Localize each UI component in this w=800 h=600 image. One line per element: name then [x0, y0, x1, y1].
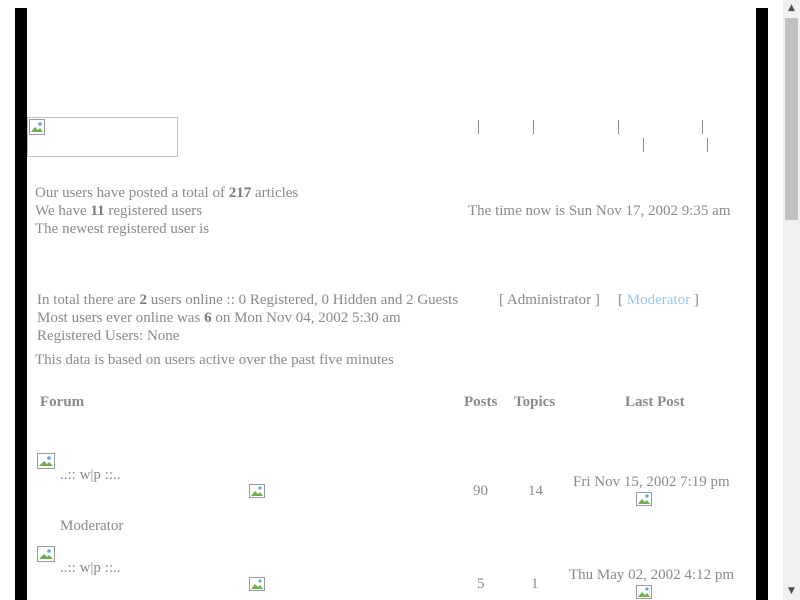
latest-post-icon[interactable] [636, 492, 652, 506]
broken-image-icon [249, 484, 265, 498]
header-last-post: Last Post [625, 394, 685, 410]
posts-total-suffix: articles [254, 185, 299, 201]
nav-separator [533, 120, 534, 134]
forum-topics-count: 1 [531, 576, 539, 592]
forum-status-icon [37, 453, 55, 469]
last-post-date: Fri Nov 15, 2002 7:19 pm [573, 474, 730, 490]
posts-total-line: Our users have posted a total of 217 art… [35, 184, 298, 202]
legend-mod-open: [ [618, 292, 623, 308]
posts-total-prefix: Our users have posted a total of [35, 185, 225, 201]
forum-posts-count: 90 [473, 483, 488, 499]
current-time: The time now is Sun Nov 17, 2002 9:35 am [468, 203, 731, 219]
online-total-line: In total there are 2 users online :: 0 R… [37, 291, 458, 309]
legend-moderator: [ Moderator ] [618, 291, 699, 309]
forum-topics-count: 14 [528, 483, 543, 499]
forum-name-link[interactable]: ..:: w|p ::.. [60, 466, 121, 484]
online-total-count: 2 [139, 292, 147, 308]
header-posts: Posts [464, 394, 498, 410]
scroll-down-arrow-icon[interactable]: ▼ [783, 583, 800, 600]
forum-status-icon [37, 546, 55, 562]
latest-post-icon[interactable] [636, 585, 652, 599]
broken-image-icon [249, 577, 265, 591]
most-online-suffix: on Mon Nov 04, 2002 5:30 am [215, 310, 401, 326]
nav-separator [707, 138, 708, 152]
most-online-prefix: Most users ever online was [37, 310, 201, 326]
forum-posts-count: 5 [477, 576, 485, 592]
nav-separator [618, 120, 619, 134]
site-logo[interactable] [27, 117, 178, 157]
broken-image-icon [29, 119, 45, 135]
header-topics: Topics [514, 394, 556, 410]
article-count: 217 [228, 185, 252, 201]
registered-prefix: We have [35, 203, 87, 219]
page-right-border [756, 8, 768, 600]
online-total-prefix: In total there are [37, 292, 136, 308]
vertical-scrollbar[interactable]: ▲ ▼ [783, 0, 800, 600]
legend-mod-close: ] [693, 292, 699, 308]
scroll-up-arrow-icon[interactable]: ▲ [783, 0, 800, 17]
newest-user-line: The newest registered user is [35, 221, 210, 237]
registered-online-users: Registered Users: None [37, 328, 180, 344]
page-left-border [15, 8, 27, 600]
registered-suffix: registered users [108, 203, 203, 219]
most-online-count: 6 [204, 310, 212, 326]
nav-separator [643, 138, 644, 152]
registered-count: 11 [90, 203, 105, 219]
legend-administrator: [ Administrator ] [499, 292, 600, 308]
nav-separator [702, 120, 703, 134]
forum-moderator-label: Moderator [60, 518, 124, 534]
last-post-date: Thu May 02, 2002 4:12 pm [569, 567, 734, 583]
scrollbar-thumb[interactable] [785, 18, 798, 220]
forum-name-link[interactable]: ..:: w|p ::.. [60, 559, 121, 577]
registered-users-line: We have 11 registered users [35, 202, 202, 220]
moderator-link[interactable]: Moderator [627, 292, 690, 308]
online-total-suffix: users online :: 0 Registered, 0 Hidden a… [150, 292, 459, 308]
online-note: This data is based on users active over … [35, 352, 394, 368]
most-online-line: Most users ever online was 6 on Mon Nov … [37, 309, 401, 327]
nav-separator [478, 120, 479, 134]
header-forum: Forum [40, 394, 85, 410]
